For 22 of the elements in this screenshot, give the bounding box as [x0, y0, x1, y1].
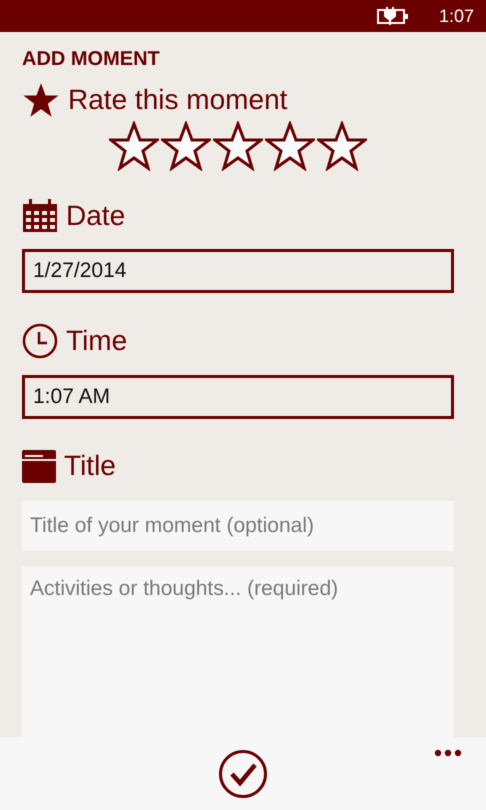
clock-icon [22, 323, 58, 359]
rating-star[interactable] [161, 121, 211, 171]
rating-label: Rate this moment [68, 84, 288, 116]
date-label: Date [66, 200, 126, 232]
notes-field[interactable]: Activities or thoughts... (required) [22, 567, 454, 737]
date-field[interactable]: 1/27/2014 [22, 249, 454, 293]
title-field[interactable]: Title of your moment (optional) [22, 501, 454, 551]
rating-star[interactable] [213, 121, 263, 171]
rating-star[interactable] [109, 121, 159, 171]
rating-star[interactable] [265, 121, 315, 171]
window-icon [22, 449, 56, 483]
battery-charging-icon [376, 7, 409, 25]
save-button[interactable] [218, 749, 268, 799]
status-time: 1:07 [438, 6, 474, 26]
time-field[interactable]: 1:07 AM [22, 375, 454, 419]
star-icon [22, 81, 60, 119]
rating-star[interactable] [317, 121, 367, 171]
calendar-icon [22, 199, 58, 233]
time-label: Time [66, 325, 128, 357]
more-icon [434, 749, 462, 757]
page-title: ADD MOMENT [22, 48, 161, 71]
title-label: Title [64, 450, 116, 482]
